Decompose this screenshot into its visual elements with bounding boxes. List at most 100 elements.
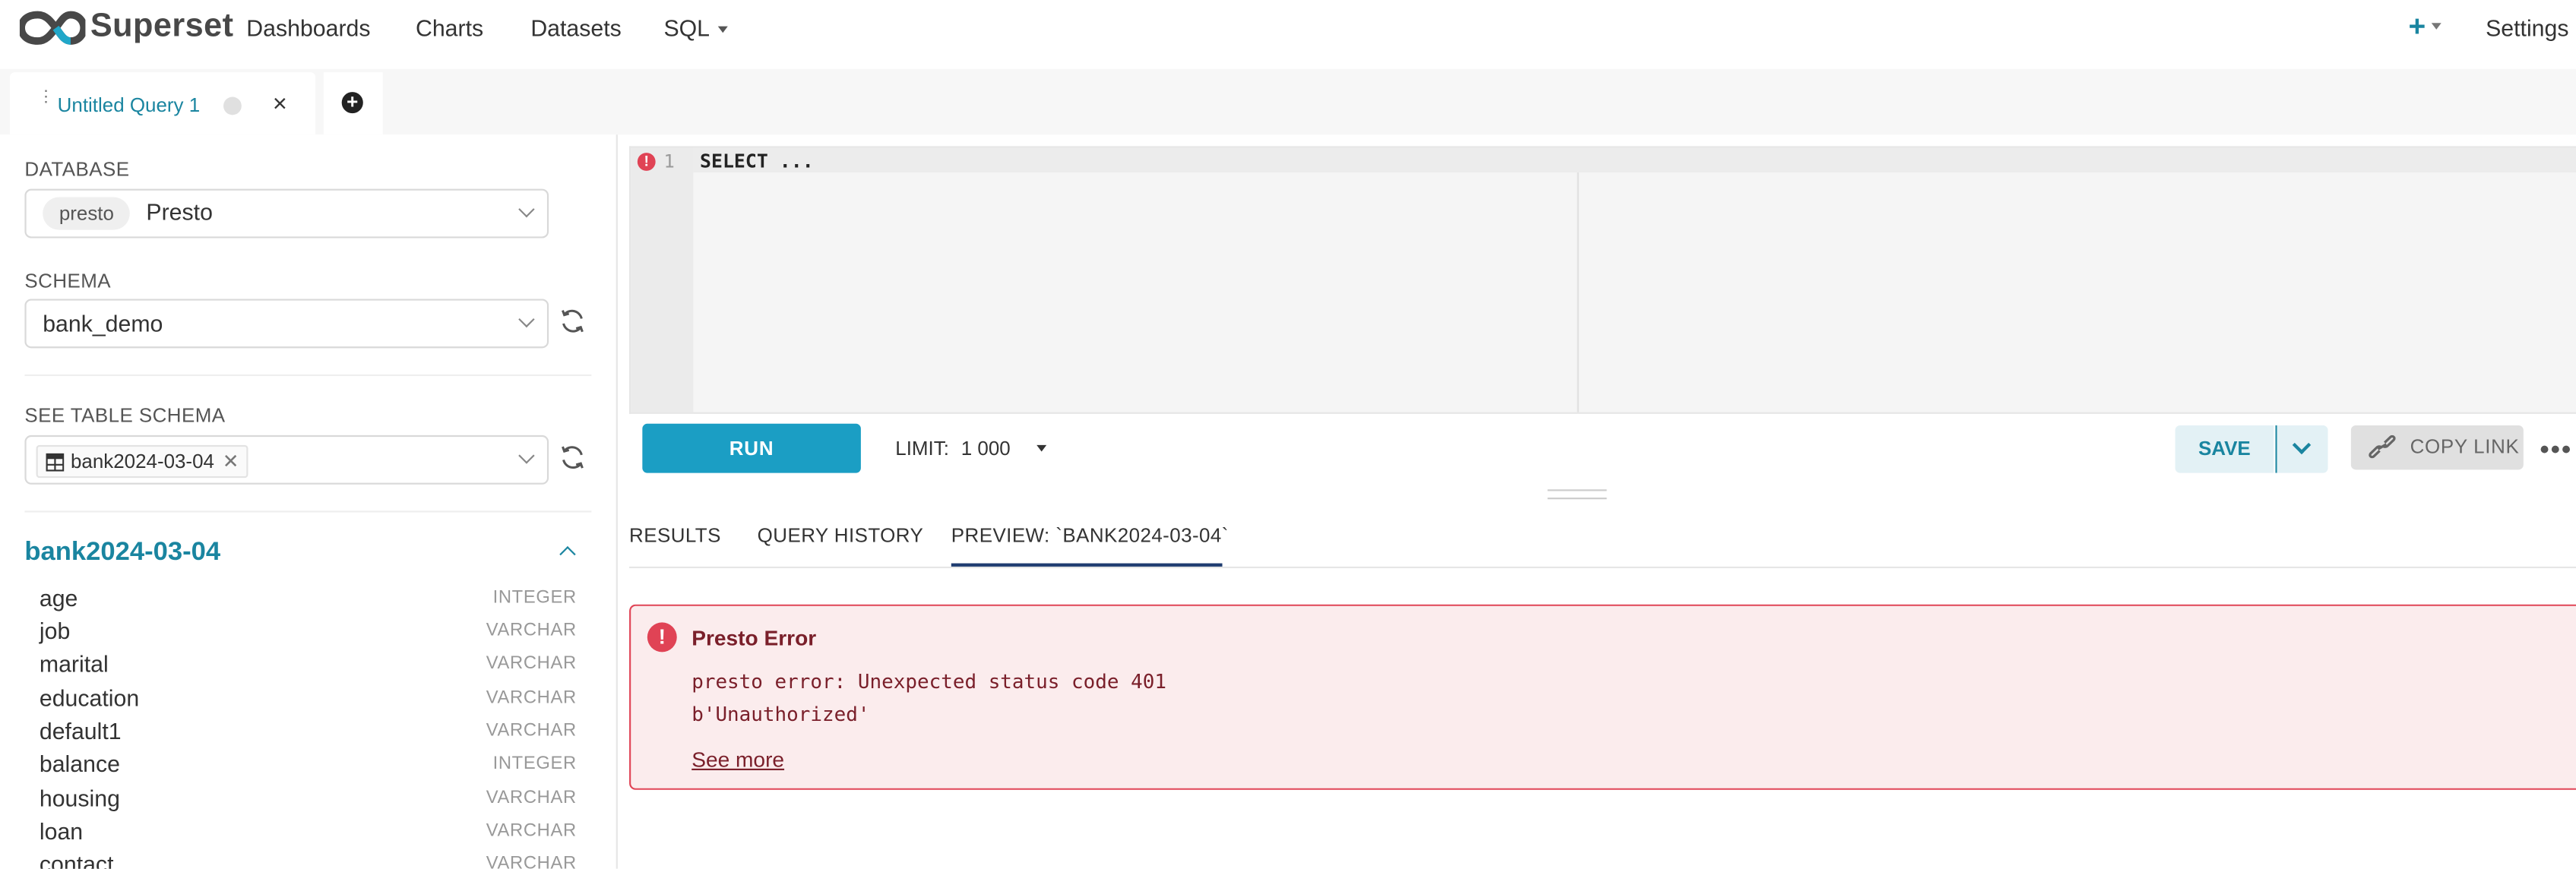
chevron-down-icon <box>518 201 535 218</box>
database-backend-badge: presto <box>43 197 131 230</box>
column-row: contact VARCHAR <box>40 851 577 869</box>
print-margin <box>1577 172 1579 412</box>
results-tabs: RESULTS QUERY HISTORY PREVIEW: `BANK2024… <box>629 498 2576 569</box>
new-item-button[interactable]: + <box>2408 9 2441 44</box>
error-message-line: b'Unauthorized' <box>691 703 870 726</box>
table-schema-label: SEE TABLE SCHEMA <box>24 403 226 428</box>
run-button[interactable]: RUN <box>642 423 861 473</box>
column-type: INTEGER <box>492 587 577 608</box>
schema-select[interactable]: bank_demo <box>24 299 549 349</box>
nav-datasets[interactable]: Datasets <box>530 14 621 41</box>
column-row: housing VARCHAR <box>40 785 577 817</box>
column-type: VARCHAR <box>486 721 577 741</box>
active-tab-indicator <box>951 563 1223 567</box>
column-row: default1 VARCHAR <box>40 718 577 750</box>
tab-preview[interactable]: PREVIEW: `BANK2024-03-04` <box>951 524 1229 547</box>
top-navbar: Superset Dashboards Charts Datasets SQL … <box>0 0 2576 56</box>
column-type: VARCHAR <box>486 687 577 708</box>
error-title: Presto Error <box>691 625 817 651</box>
column-row: balance INTEGER <box>40 750 577 783</box>
nav-sql[interactable]: SQL <box>663 14 728 42</box>
column-name: age <box>39 584 78 611</box>
error-message: presto error: Unexpected status code 401… <box>691 665 1166 731</box>
caret-down-icon <box>717 27 728 33</box>
column-name: housing <box>39 785 120 812</box>
column-name: marital <box>39 650 109 677</box>
query-tab-label: Untitled Query 1 <box>57 93 201 117</box>
left-sidebar: DATABASE presto Presto SCHEMA bank_demo … <box>0 134 618 869</box>
save-button[interactable]: SAVE <box>2175 425 2274 473</box>
selected-table-name: bank2024-03-04 <box>70 450 214 473</box>
see-more-link[interactable]: See more <box>691 747 784 772</box>
nav-sql-label: SQL <box>663 14 710 42</box>
brand[interactable]: Superset <box>19 8 234 46</box>
plus-icon: + <box>2408 9 2426 43</box>
tab-results[interactable]: RESULTS <box>629 524 721 547</box>
column-type: VARCHAR <box>486 788 577 808</box>
query-tab-bar: ⋮ Untitled Query 1 × + <box>0 68 2576 135</box>
column-name: education <box>39 684 140 712</box>
nav-settings[interactable]: Settings <box>2486 14 2568 41</box>
schema-label: SCHEMA <box>24 269 112 292</box>
caret-down-icon[interactable] <box>1036 444 1047 452</box>
chevron-down-icon <box>2292 435 2312 455</box>
superset-logo-icon <box>19 9 86 46</box>
refresh-tables-icon[interactable] <box>559 444 587 472</box>
table-title[interactable]: bank2024-03-04 <box>24 539 220 568</box>
brand-name: Superset <box>90 8 234 45</box>
schema-value: bank_demo <box>43 310 163 337</box>
drag-handle-icon[interactable]: ⋮ <box>38 90 55 106</box>
error-marker-icon: ! <box>637 153 656 171</box>
query-status-icon <box>223 96 242 115</box>
active-line-highlight <box>693 147 2576 173</box>
line-number: 1 <box>663 150 675 173</box>
column-name: job <box>39 617 71 644</box>
column-type: VARCHAR <box>486 821 577 841</box>
sql-lab-page: Superset Dashboards Charts Datasets SQL … <box>0 0 2576 869</box>
remove-tag-icon[interactable]: ✕ <box>223 447 239 476</box>
database-name: Presto <box>146 198 213 226</box>
editor-gutter: ! 1 <box>631 147 694 412</box>
link-icon <box>2369 434 2396 459</box>
column-type: VARCHAR <box>486 653 577 674</box>
column-name: contact <box>39 850 114 869</box>
column-type: INTEGER <box>492 754 577 774</box>
column-row: age INTEGER <box>40 585 577 618</box>
column-row: loan VARCHAR <box>40 818 577 851</box>
copy-link-label: COPY LINK <box>2410 434 2520 459</box>
nav-dashboards[interactable]: Dashboards <box>246 14 370 41</box>
copy-link-button[interactable]: COPY LINK <box>2350 425 2524 470</box>
chevron-up-icon[interactable] <box>559 545 576 563</box>
refresh-schema-icon[interactable] <box>559 307 587 335</box>
database-label: DATABASE <box>24 157 130 181</box>
error-message-line: presto error: Unexpected status code 401 <box>691 670 1166 694</box>
column-row: marital VARCHAR <box>40 650 577 683</box>
divider <box>24 374 592 377</box>
chevron-down-icon <box>518 447 535 464</box>
column-name: default1 <box>39 717 122 744</box>
close-tab-icon[interactable]: × <box>273 90 287 118</box>
caret-down-icon <box>2430 23 2441 30</box>
sql-editor[interactable]: ! 1 SELECT ... <box>629 146 2576 414</box>
column-name: loan <box>39 817 84 845</box>
column-type: VARCHAR <box>486 621 577 641</box>
table-icon <box>46 452 65 471</box>
tab-query-history[interactable]: QUERY HISTORY <box>758 524 924 547</box>
more-options-icon[interactable]: ••• <box>2540 437 2572 466</box>
selected-table-tag[interactable]: bank2024-03-04 ✕ <box>36 444 249 479</box>
nav-charts[interactable]: Charts <box>416 14 483 41</box>
limit-dropdown[interactable]: 1 000 <box>961 437 1011 460</box>
column-name: balance <box>39 750 120 777</box>
error-icon: ! <box>647 622 677 653</box>
error-alert: ! Presto Error presto error: Unexpected … <box>629 604 2576 790</box>
query-tab[interactable]: ⋮ Untitled Query 1 × <box>9 72 316 135</box>
column-row: job VARCHAR <box>40 618 577 650</box>
add-tab-button[interactable]: + <box>323 72 383 135</box>
database-select[interactable]: presto Presto <box>24 188 549 239</box>
plus-circle-icon: + <box>341 91 363 114</box>
save-dropdown-button[interactable] <box>2275 425 2328 473</box>
sql-code[interactable]: SELECT ... <box>700 150 814 172</box>
column-row: education VARCHAR <box>40 685 577 718</box>
chevron-down-icon <box>518 311 535 328</box>
table-select[interactable]: bank2024-03-04 ✕ <box>24 434 549 485</box>
